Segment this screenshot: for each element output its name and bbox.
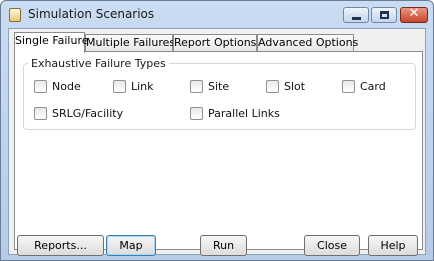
checkbox-label: Link bbox=[131, 80, 154, 93]
single-failure-panel: Exhaustive Failure Types Node Link Site … bbox=[14, 51, 423, 250]
simulation-scenarios-window: Simulation Scenarios ✕ Single Failure Mu… bbox=[0, 0, 434, 261]
help-button[interactable]: Help bbox=[368, 235, 418, 256]
checkbox-box[interactable] bbox=[113, 80, 126, 93]
checkbox-box[interactable] bbox=[190, 107, 203, 120]
checkbox-label: Site bbox=[208, 80, 230, 93]
window-title: Simulation Scenarios bbox=[28, 7, 155, 21]
exhaustive-failure-types-group: Exhaustive Failure Types Node Link Site … bbox=[23, 57, 416, 130]
close-button[interactable]: Close bbox=[304, 235, 360, 256]
checkbox-label: SRLG/Facility bbox=[52, 107, 124, 120]
close-icon: ✕ bbox=[408, 6, 420, 21]
checkbox-box[interactable] bbox=[34, 107, 47, 120]
checkbox-box[interactable] bbox=[266, 80, 279, 93]
checkbox-box[interactable] bbox=[342, 80, 355, 93]
map-button[interactable]: Map bbox=[106, 235, 156, 256]
reports-button[interactable]: Reports... bbox=[17, 235, 104, 256]
tab-advanced-options[interactable]: Advanced Options bbox=[257, 34, 358, 52]
close-window-button[interactable]: ✕ bbox=[400, 6, 428, 23]
title-bar[interactable]: Simulation Scenarios ✕ bbox=[1, 1, 433, 28]
group-title: Exhaustive Failure Types bbox=[28, 57, 169, 70]
tab-multiple-failures[interactable]: Multiple Failures bbox=[85, 34, 175, 52]
checkbox-box[interactable] bbox=[34, 80, 47, 93]
checkbox-box[interactable] bbox=[190, 80, 203, 93]
tab-report-options[interactable]: Report Options bbox=[173, 34, 257, 52]
dialog-content: Single Failure Multiple Failures Report … bbox=[8, 28, 426, 256]
checkbox-label: Card bbox=[360, 80, 386, 93]
checkbox-label: Parallel Links bbox=[208, 107, 280, 120]
minimize-button[interactable] bbox=[343, 7, 369, 23]
maximize-icon bbox=[380, 11, 389, 19]
java-app-icon bbox=[9, 8, 21, 22]
maximize-button[interactable] bbox=[371, 7, 397, 23]
checkbox-label: Node bbox=[52, 80, 81, 93]
checkbox-label: Slot bbox=[284, 80, 306, 93]
run-button[interactable]: Run bbox=[200, 235, 247, 256]
tab-single-failure[interactable]: Single Failure bbox=[14, 32, 89, 53]
minimize-icon bbox=[352, 17, 361, 20]
